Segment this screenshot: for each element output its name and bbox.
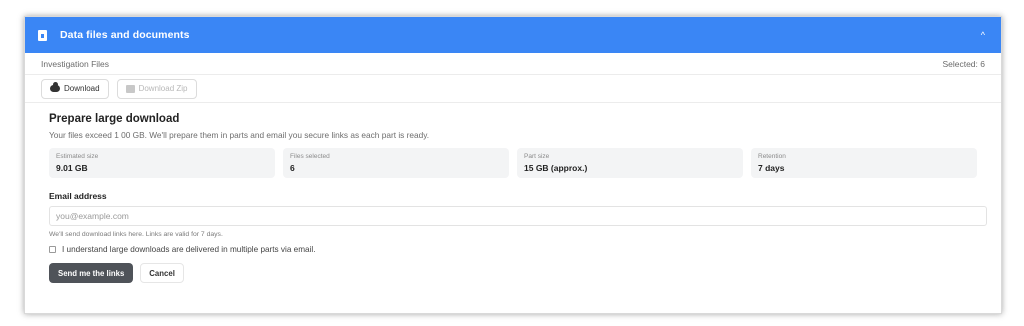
files-toolbar: Download Download Zip [25, 75, 1001, 103]
download-label: Download [64, 84, 100, 93]
stat-value: 7 days [758, 163, 785, 173]
selected-count: Selected: 6 [942, 59, 985, 69]
cancel-button[interactable]: Cancel [140, 263, 184, 283]
download-button[interactable]: Download [41, 78, 109, 99]
stat-value: 9.01 GB [56, 163, 88, 173]
consent-label[interactable]: I understand large downloads are deliver… [62, 245, 316, 254]
panel-title: Data files and documents [60, 29, 190, 41]
consent-checkbox[interactable] [49, 246, 56, 253]
data-files-panel: Data files and documents ^ Investigation… [24, 16, 1002, 314]
zip-icon [125, 84, 135, 93]
stat-value: 6 [290, 163, 295, 173]
stat-label: Retention [758, 153, 786, 160]
collapse-chevron-icon[interactable]: ^ [977, 30, 989, 40]
consent-row: I understand large downloads are deliver… [49, 245, 977, 254]
file-icon [38, 29, 47, 41]
send-links-button[interactable]: Send me the links [49, 263, 134, 283]
email-label: Email address [49, 191, 107, 201]
prepare-download-section: Prepare large download Your files exceed… [25, 103, 1001, 283]
selected-value: 6 [980, 58, 985, 69]
selected-prefix: Selected: [942, 58, 981, 69]
stat-part-size: Part size 15 GB (approx.) [517, 148, 743, 178]
cloud-download-icon [50, 82, 60, 92]
download-zip-button[interactable]: Download Zip [116, 78, 197, 99]
panel-header[interactable]: Data files and documents ^ [25, 17, 1001, 53]
section-title: Prepare large download [49, 113, 180, 125]
files-bar: Investigation Files Selected: 6 [25, 53, 1001, 75]
stat-label: Estimated size [56, 153, 99, 160]
email-hint: We'll send download links here. Links ar… [49, 231, 223, 238]
stat-value: 15 GB (approx.) [524, 163, 588, 173]
files-heading: Investigation Files [41, 58, 110, 69]
stat-label: Files selected [290, 153, 330, 160]
form-actions: Send me the links Cancel [49, 263, 977, 283]
stats-row: Estimated size 9.01 GB Files selected 6 … [49, 148, 977, 178]
stat-label: Part size [524, 153, 550, 160]
download-zip-label: Download Zip [138, 84, 188, 93]
section-description: Your files exceed 1 00 GB. We'll prepare… [49, 130, 430, 140]
stat-files-selected: Files selected 6 [283, 148, 509, 178]
stat-retention: Retention 7 days [751, 148, 977, 178]
email-input[interactable] [49, 206, 987, 226]
stat-estimated-size: Estimated size 9.01 GB [49, 148, 275, 178]
